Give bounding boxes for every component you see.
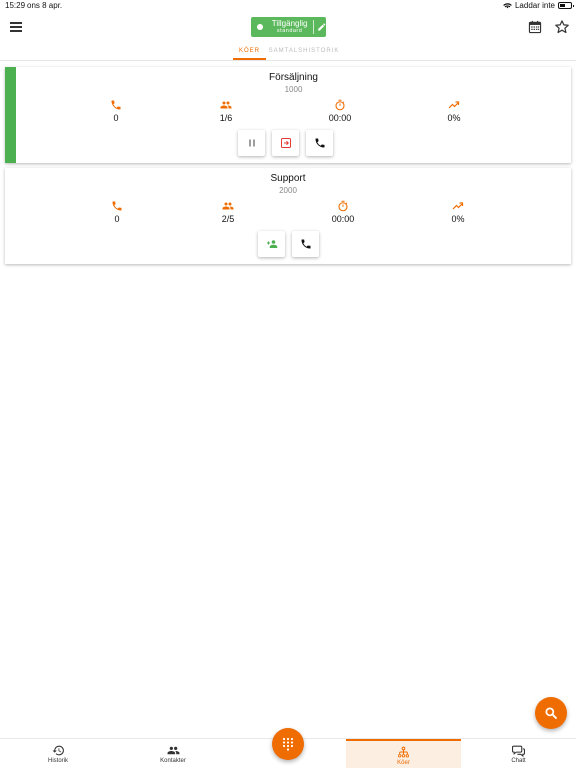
availability-status-button[interactable]: Tillgänglig standard <box>251 17 326 37</box>
queue-name: Försäljning <box>269 72 318 83</box>
pause-button[interactable] <box>238 130 265 156</box>
phone-icon <box>111 100 121 110</box>
nav-queues[interactable]: Köer <box>346 739 461 768</box>
wifi-icon <box>503 3 512 9</box>
stat-calls: 0 <box>96 99 136 123</box>
tab-call-history[interactable]: SAMTALSHISTORIK <box>268 46 340 60</box>
tab-bar: KÖER SAMTALSHISTORIK <box>0 46 576 60</box>
stat-wait-time: 00:00 <box>320 99 360 123</box>
stat-agents: 1/6 <box>206 99 246 123</box>
tab-divider <box>0 60 576 61</box>
search-icon <box>545 707 557 719</box>
agents-value: 1/6 <box>219 113 233 123</box>
nav-label: Historik <box>47 758 68 764</box>
nav-history[interactable]: Historik <box>0 739 116 768</box>
trend-value: 0% <box>447 113 461 123</box>
join-queue-button[interactable] <box>258 231 285 257</box>
calendar-icon[interactable] <box>528 20 542 34</box>
status-divider <box>312 20 314 34</box>
queue-number: 1000 <box>284 85 303 94</box>
trend-value: 0% <box>451 214 465 224</box>
menu-icon[interactable] <box>10 22 22 32</box>
queues-icon <box>398 746 409 758</box>
charging-label: Laddar inte <box>514 1 555 10</box>
system-status-bar: 15:29 ons 8 apr. Laddar inte <box>0 0 576 12</box>
nav-label: Chatt <box>511 758 526 764</box>
call-queue-button[interactable] <box>292 231 319 257</box>
stat-agents: 2/5 <box>208 200 248 224</box>
stat-calls: 0 <box>97 200 137 224</box>
status-texts: Tillgänglig standard <box>269 19 311 35</box>
clock: 15:29 <box>5 1 26 10</box>
battery-icon <box>558 2 574 9</box>
timer-icon <box>338 200 348 212</box>
timer-icon <box>335 99 345 111</box>
trending-up-icon <box>452 202 464 210</box>
exit-queue-icon <box>280 138 291 148</box>
status-dot-icon <box>257 24 263 30</box>
wait-value: 00:00 <box>328 113 352 123</box>
dialpad-fab-button[interactable] <box>272 728 304 760</box>
queue-card: Support 2000 0 2/5 00:00 0% <box>5 168 571 264</box>
status-right: Laddar inte <box>503 1 574 10</box>
chat-icon <box>512 745 525 757</box>
status-label: Tillgänglig <box>271 19 308 28</box>
call-queue-button[interactable] <box>306 130 333 156</box>
dialpad-icon <box>282 737 294 751</box>
queue-card: Försäljning 1000 0 1/6 00:00 0% <box>5 67 571 163</box>
nav-label: Köer <box>397 760 410 766</box>
calls-value: 0 <box>114 214 120 224</box>
app-bar: Tillgänglig standard <box>0 12 576 46</box>
person-add-icon <box>266 240 277 248</box>
star-icon[interactable] <box>554 19 570 35</box>
history-icon <box>52 745 64 756</box>
calls-value: 0 <box>113 113 119 123</box>
stat-trend: 0% <box>438 200 478 224</box>
phone-icon <box>315 138 324 148</box>
nav-label: Kontakter <box>160 758 186 764</box>
nav-chat[interactable]: Chatt <box>461 739 576 768</box>
pause-icon <box>248 139 255 147</box>
contacts-icon <box>167 746 179 755</box>
phone-icon <box>301 239 310 249</box>
pencil-icon[interactable] <box>317 22 327 32</box>
status-profile: standard <box>276 28 303 34</box>
logout-queue-button[interactable] <box>272 130 299 156</box>
wait-value: 00:00 <box>331 214 355 224</box>
stat-trend: 0% <box>434 99 474 123</box>
stat-wait-time: 00:00 <box>323 200 363 224</box>
nav-contacts[interactable]: Kontakter <box>116 739 230 768</box>
date: ons 8 apr. <box>27 1 63 10</box>
search-fab-button[interactable] <box>535 697 567 729</box>
trending-up-icon <box>448 101 460 109</box>
phone-icon <box>112 201 122 211</box>
people-icon <box>220 101 232 109</box>
queue-name: Support <box>270 173 306 184</box>
tab-queues[interactable]: KÖER <box>233 46 266 60</box>
people-icon <box>222 202 234 210</box>
queue-number: 2000 <box>279 186 297 195</box>
agents-value: 2/5 <box>221 214 235 224</box>
